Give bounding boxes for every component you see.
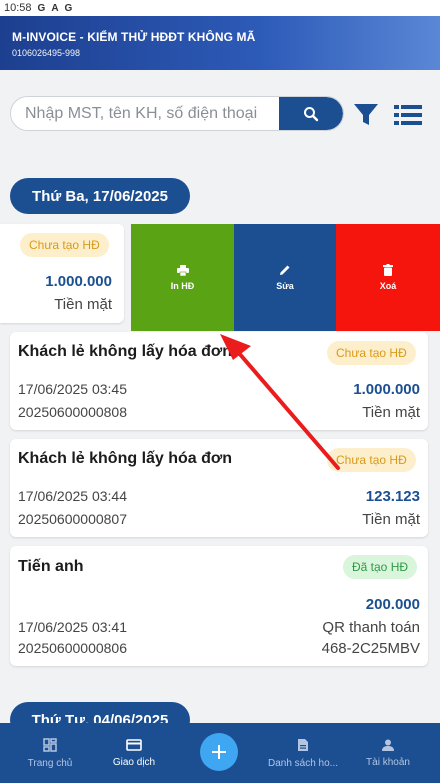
nav-label: Giao dịch: [112, 756, 156, 768]
document-icon: [298, 738, 308, 751]
annotation-arrow: [220, 334, 340, 470]
nav-home[interactable]: Trang chủ: [14, 723, 86, 783]
add-icon: [212, 745, 226, 759]
person-icon: [382, 739, 394, 751]
nav-invoice-list[interactable]: Danh sách ho...: [262, 723, 344, 783]
card-icon: [126, 738, 142, 751]
nav-label: Trang chủ: [27, 757, 73, 769]
nav-label: Tài khoản: [366, 756, 410, 768]
nav-account[interactable]: Tài khoản: [352, 723, 424, 783]
nav-label: Danh sách ho...: [267, 757, 339, 769]
nav-transactions[interactable]: Giao dịch: [98, 723, 170, 783]
dashboard-icon: [43, 737, 57, 752]
add-transaction-button[interactable]: [200, 733, 238, 771]
